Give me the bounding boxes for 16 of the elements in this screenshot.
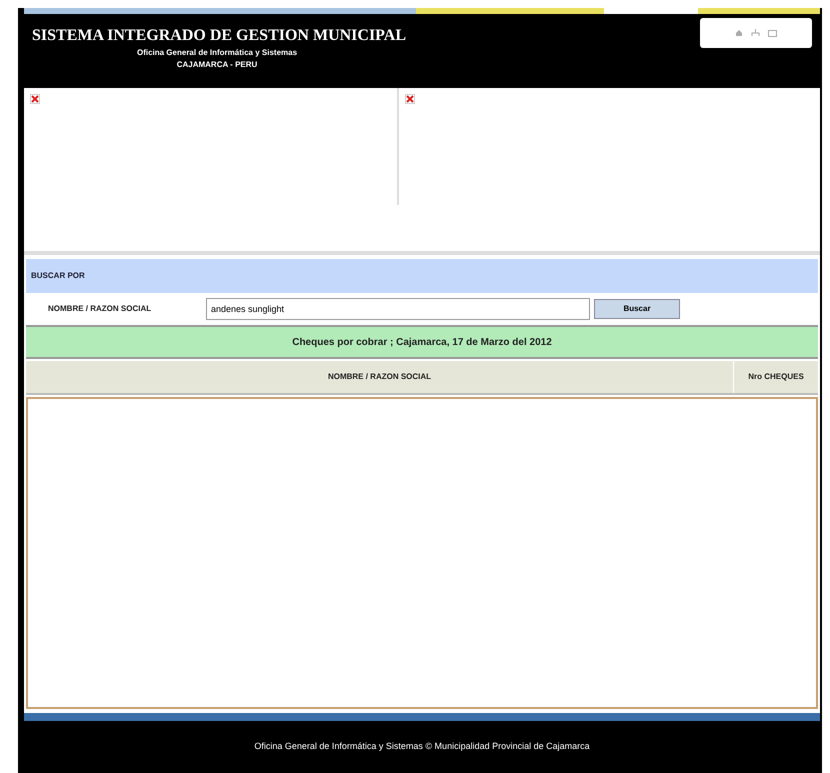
broken-image-icon: [30, 94, 40, 104]
search-label: NOMBRE / RAZON SOCIAL: [47, 303, 152, 315]
network-icon[interactable]: [751, 29, 760, 37]
home-icon[interactable]: [735, 29, 743, 37]
search-field[interactable]: andenes sunglight: [206, 298, 590, 320]
footer-text: Oficina General de Informática y Sistemas © Municipalidad Provincial de Cajamarca: [254, 740, 590, 754]
search-button[interactable]: Buscar: [594, 299, 680, 319]
column-header: NOMBRE / RAZON SOCIAL: [26, 361, 734, 393]
location-text: CAJAMARCA - PERU: [176, 59, 258, 71]
system-title: SISTEMA INTEGRADO DE GESTION MUNICIPAL: [32, 28, 406, 44]
mail-icon[interactable]: [768, 30, 777, 36]
search-heading: BUSCAR POR: [31, 270, 85, 282]
date-banner: Cheques por cobrar ; Cajamarca, 17 de Marzo del 2012: [26, 325, 818, 359]
broken-image-icon: [405, 94, 415, 104]
column-header: Nro CHEQUES: [747, 371, 805, 383]
office-subtitle: Oficina General de Informática y Sistemas: [136, 47, 298, 59]
